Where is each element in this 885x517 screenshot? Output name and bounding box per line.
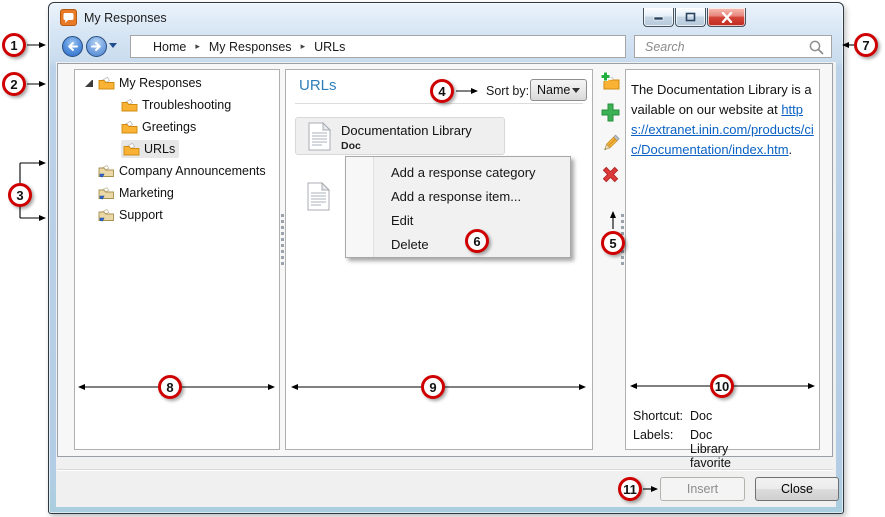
tree-item-label: Support xyxy=(119,208,163,222)
footer-separator xyxy=(57,469,833,471)
shortcut-label: Shortcut: xyxy=(633,409,683,423)
folder-icon xyxy=(121,98,138,112)
folder-documents-icon xyxy=(98,76,115,90)
forward-arrow-icon xyxy=(90,40,103,53)
tree-selection-highlight: URLs xyxy=(121,140,179,158)
breadcrumb: Home ▸ My Responses ▸ URLs xyxy=(130,35,626,58)
chevron-down-icon xyxy=(572,88,580,93)
maximize-icon xyxy=(685,12,696,22)
insert-button[interactable]: Insert xyxy=(660,477,745,501)
response-item-title: Documentation Library xyxy=(341,123,472,138)
breadcrumb-separator-icon: ▸ xyxy=(301,41,306,52)
back-button[interactable] xyxy=(62,36,83,57)
breadcrumb-item-my-responses[interactable]: My Responses xyxy=(209,40,292,54)
callout-5: 5 xyxy=(601,231,625,255)
tree-item-my-responses[interactable]: My Responses xyxy=(75,72,279,94)
callout-3: 3 xyxy=(8,183,32,207)
expander-icon[interactable] xyxy=(85,79,93,87)
sort-dropdown-value: Name xyxy=(537,83,570,97)
search-box xyxy=(634,35,832,58)
page: My Responses Home ▸ My Responses ▸ URLs xyxy=(0,0,885,517)
preview-body: The Documentation Library is available o… xyxy=(631,80,815,160)
forward-button[interactable] xyxy=(86,36,107,57)
delete-button[interactable] xyxy=(600,164,621,185)
sort-by-label: Sort by: xyxy=(486,84,529,98)
tree-item-label: Troubleshooting xyxy=(142,98,231,112)
add-item-button[interactable] xyxy=(600,102,621,123)
close-button[interactable]: Close xyxy=(755,477,839,501)
tree-item-company-announcements[interactable]: Company Announcements xyxy=(75,160,279,182)
app-icon xyxy=(60,9,77,26)
labels-value: Doc Library favorite xyxy=(690,428,731,470)
header-separator xyxy=(295,103,583,104)
category-tree: My Responses Troubleshooting Greetings xyxy=(75,72,279,226)
callout-9: 9 xyxy=(421,375,445,399)
breadcrumb-item-urls[interactable]: URLs xyxy=(314,40,345,54)
search-input[interactable] xyxy=(635,36,831,57)
shared-folder-icon xyxy=(98,186,115,200)
menu-item-edit[interactable]: Edit xyxy=(346,209,570,233)
sort-dropdown[interactable]: Name xyxy=(530,79,587,101)
window-title: My Responses xyxy=(84,11,167,25)
context-menu: Add a response category Add a response i… xyxy=(345,156,571,258)
list-panel-title: URLs xyxy=(299,77,337,94)
tree-item-marketing[interactable]: Marketing xyxy=(75,182,279,204)
tree-item-greetings[interactable]: Greetings xyxy=(75,116,279,138)
callout-8: 8 xyxy=(158,375,182,399)
tree-item-troubleshooting[interactable]: Troubleshooting xyxy=(75,94,279,116)
tree-item-support[interactable]: Support xyxy=(75,204,279,226)
document-icon xyxy=(308,122,331,151)
folder-icon xyxy=(123,142,140,156)
back-arrow-icon xyxy=(66,40,79,53)
callout-10: 10 xyxy=(710,374,734,398)
shared-folder-icon xyxy=(98,164,115,178)
labels-label: Labels: xyxy=(633,428,673,442)
minimize-icon xyxy=(653,13,664,22)
menu-item-add-response-item[interactable]: Add a response item... xyxy=(346,185,570,209)
callout-4: 4 xyxy=(430,79,454,103)
preview-text-period: . xyxy=(789,142,793,157)
close-icon xyxy=(721,12,733,23)
breadcrumb-item-home[interactable]: Home xyxy=(153,40,186,54)
callout-11: 11 xyxy=(618,477,642,501)
menu-item-add-response-category[interactable]: Add a response category xyxy=(346,161,570,185)
callout-2: 2 xyxy=(2,72,26,96)
callout-1: 1 xyxy=(2,33,26,57)
tree-item-label: URLs xyxy=(144,142,175,156)
search-icon xyxy=(808,39,825,56)
add-category-button[interactable] xyxy=(600,71,621,92)
tree-item-label: Company Announcements xyxy=(119,164,266,178)
response-item-shortcut: Doc xyxy=(341,140,361,152)
tree-item-label: Greetings xyxy=(142,120,196,134)
tree-list-splitter[interactable] xyxy=(281,214,284,268)
recent-pages-dropdown[interactable] xyxy=(109,43,117,48)
edit-button[interactable] xyxy=(600,133,621,154)
callout-7: 7 xyxy=(854,33,878,57)
close-window-button[interactable] xyxy=(707,8,746,27)
maximize-button[interactable] xyxy=(675,8,706,27)
document-icon[interactable] xyxy=(307,182,330,211)
folder-icon xyxy=(121,120,138,134)
breadcrumb-separator-icon: ▸ xyxy=(195,41,200,52)
shortcut-value: Doc xyxy=(690,409,712,423)
minimize-button[interactable] xyxy=(643,8,674,27)
menu-item-delete[interactable]: Delete xyxy=(346,233,570,257)
callout-6: 6 xyxy=(465,229,489,253)
shared-folder-icon xyxy=(98,208,115,222)
tree-item-label: Marketing xyxy=(119,186,174,200)
tree-item-label: My Responses xyxy=(119,76,202,90)
tree-item-urls-selected[interactable]: URLs xyxy=(75,138,279,160)
response-item-documentation-library[interactable]: Documentation Library Doc xyxy=(295,117,505,155)
